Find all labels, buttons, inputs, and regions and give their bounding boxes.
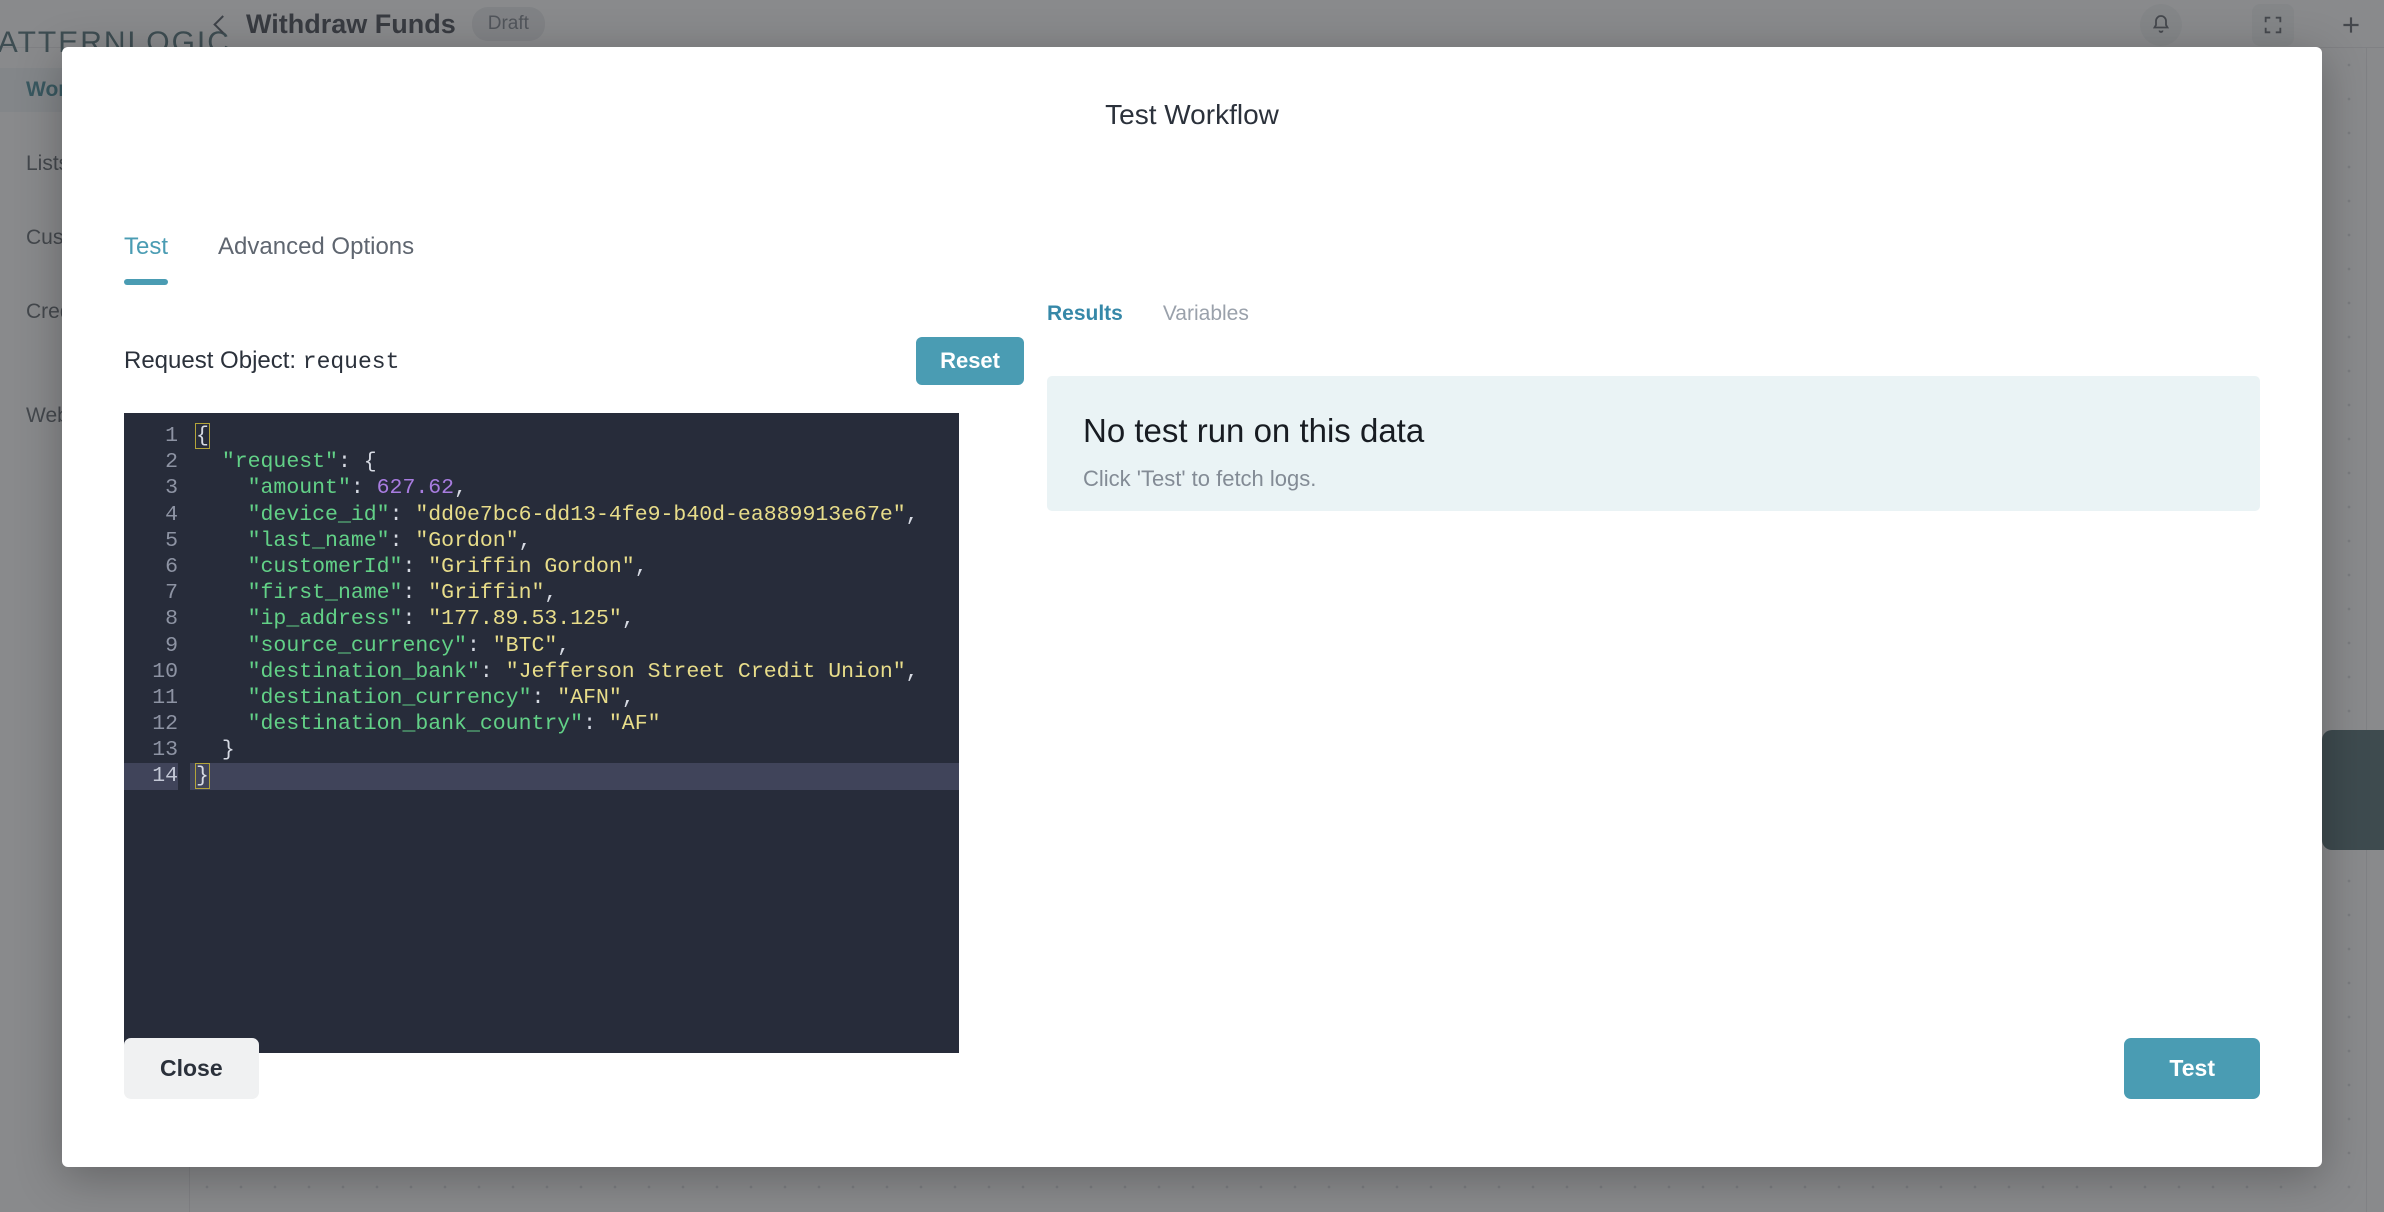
code-line[interactable]: } [190,763,959,790]
code-line[interactable]: { [190,423,959,449]
line-number: 14 [124,763,178,790]
tab-label: Variables [1162,302,1249,325]
line-number: 3 [165,476,178,501]
code-line[interactable]: "destination_currency": "AFN", [190,685,959,711]
code-line[interactable]: "first_name": "Griffin", [190,580,959,606]
results-panel: Results Variables No test run on this da… [1047,302,2260,511]
tab-test[interactable]: Test [124,233,169,285]
request-object-prefix: Request Object: [124,347,303,374]
request-object-name: request [302,349,400,375]
line-number: 7 [165,581,178,606]
json-code-editor[interactable]: 1 2 3 4 5 6 7 8 9 10 11 12 13 14 { "request": { "amou… [124,413,959,1053]
line-number: 2 [165,450,178,475]
code-line[interactable]: "destination_bank_country": "AF" [190,711,959,737]
empty-results-card: No test run on this data Click 'Test' to… [1047,376,2260,511]
results-tabs: Results Variables [1047,302,2260,326]
code-line[interactable]: "device_id": "dd0e7bc6-dd13-4fe9-b40d-ea… [190,502,959,528]
line-number: 5 [165,528,178,553]
editor-code-content[interactable]: { "request": { "amount": 627.62, "device… [190,423,959,1053]
modal-tabs: Test Advanced Options [124,233,414,285]
line-number: 10 [152,659,178,684]
modal-title: Test Workflow [1105,99,1279,130]
code-line[interactable]: "customerId": "Griffin Gordon", [190,554,959,580]
tab-label: Advanced Options [218,233,415,260]
code-line[interactable]: "destination_bank": "Jefferson Street Cr… [190,659,959,685]
line-number: 12 [152,712,178,737]
code-line[interactable]: "source_currency": "BTC", [190,633,959,659]
line-number: 4 [165,502,178,527]
test-button[interactable]: Test [2124,1038,2260,1099]
tab-label: Test [124,233,169,260]
line-number: 1 [165,424,178,448]
code-line[interactable]: "amount": 627.62, [190,475,959,501]
editor-line-numbers: 1 2 3 4 5 6 7 8 9 10 11 12 13 14 [124,423,190,1053]
code-line[interactable]: "request": { [190,449,959,475]
tab-results[interactable]: Results [1047,302,1123,326]
code-line[interactable]: "ip_address": "177.89.53.125", [190,606,959,632]
line-number: 13 [152,738,178,763]
line-number: 8 [165,607,178,632]
request-panel: Request Object: request Reset 1234567891… [124,337,1024,1053]
request-object-label: Request Object: request [124,347,399,375]
reset-button[interactable]: Reset [916,337,1024,385]
request-header-row: Request Object: request Reset [124,337,1024,385]
code-line[interactable]: "last_name": "Gordon", [190,528,959,554]
line-number: 11 [152,685,178,710]
code-line[interactable]: } [190,737,959,763]
tab-advanced-options[interactable]: Advanced Options [218,233,414,285]
tab-label: Results [1047,302,1123,325]
line-number: 6 [165,554,178,579]
close-button[interactable]: Close [124,1038,259,1099]
tab-variables[interactable]: Variables [1163,302,1249,326]
line-number: 9 [165,633,178,658]
empty-results-subtitle: Click 'Test' to fetch logs. [1083,466,1317,491]
empty-results-title: No test run on this data [1083,412,1425,449]
test-workflow-modal: Test Workflow Test Advanced Options Requ… [62,47,2322,1167]
